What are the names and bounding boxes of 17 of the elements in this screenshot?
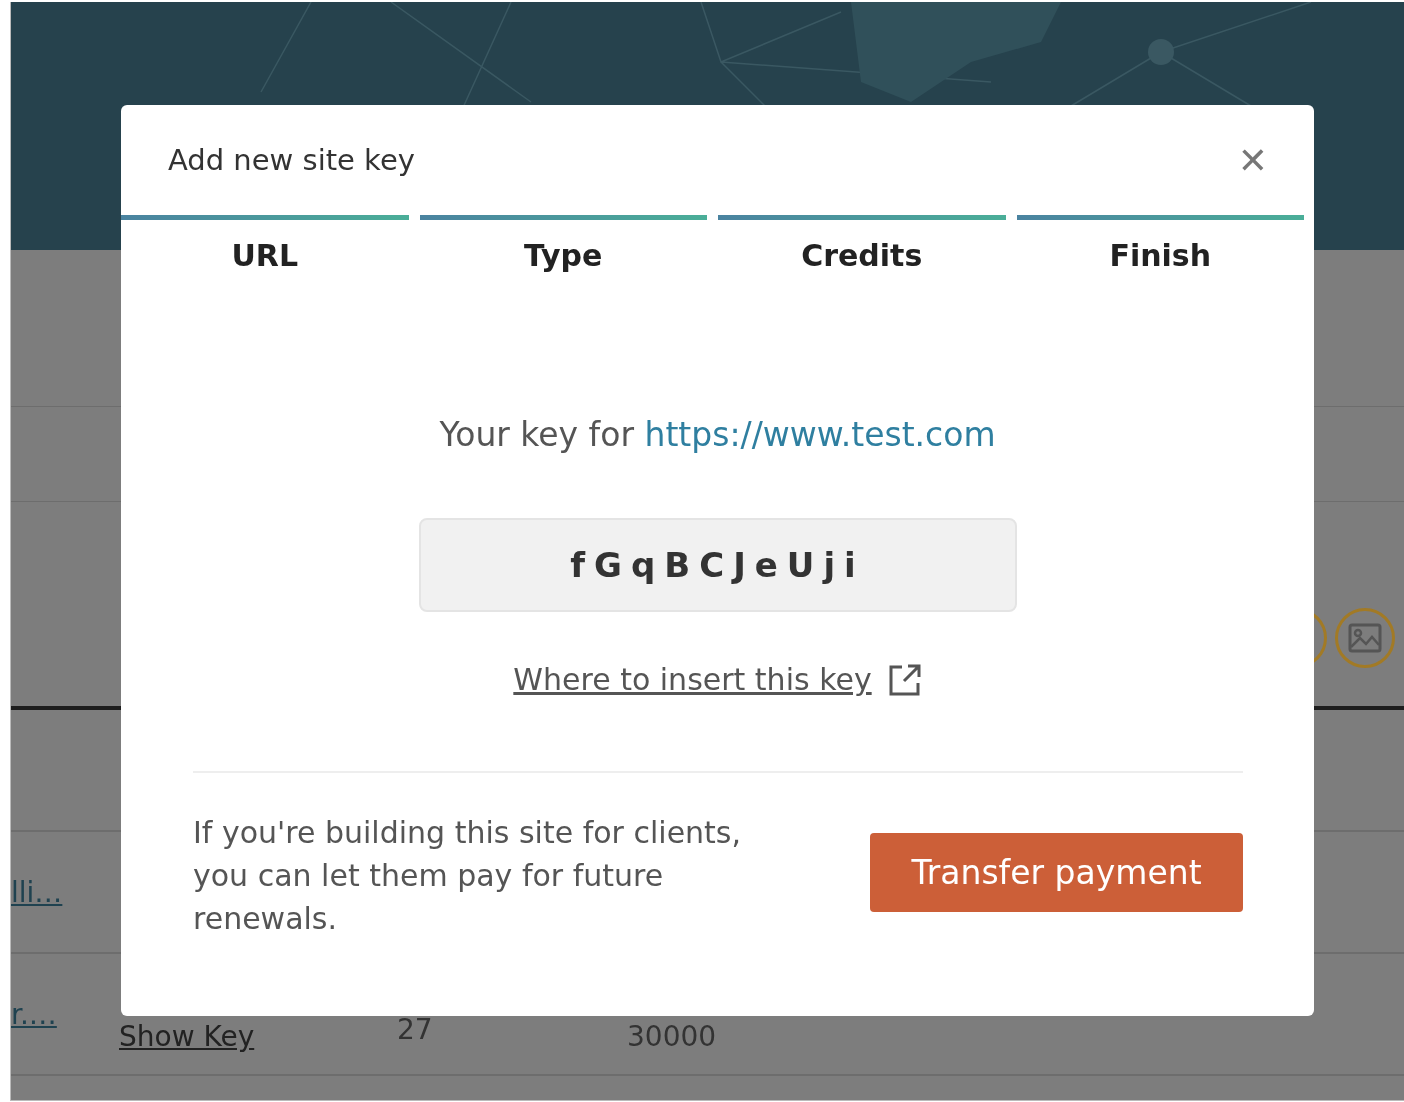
site-key-field[interactable]: fGqBCJeUji [418, 518, 1017, 612]
transfer-payment-button[interactable]: Transfer payment [870, 833, 1243, 912]
table-cell-text: 27 [397, 1011, 434, 1046]
step-tab[interactable]: Credits [801, 238, 923, 273]
table-cell-text: 30000 [627, 1018, 717, 1053]
step-tab[interactable]: Finish [1109, 238, 1212, 273]
image-icon [1348, 623, 1382, 653]
image-button[interactable] [1335, 608, 1395, 668]
step-tab[interactable]: URL [231, 238, 299, 273]
help-link[interactable]: Where to insert this key [513, 662, 872, 697]
site-url-link[interactable]: https://www.test.com [644, 415, 996, 454]
transfer-info-text: If you're building this site for clients, you can let them pay for future renewals. [193, 814, 743, 938]
key-message: Your key for https://www.test.com [439, 415, 996, 454]
step-tab[interactable]: Type [524, 238, 603, 273]
external-link-icon [887, 662, 922, 697]
close-button[interactable]: ✕ [1237, 139, 1268, 181]
dialog-title: Add new site key [168, 143, 415, 177]
